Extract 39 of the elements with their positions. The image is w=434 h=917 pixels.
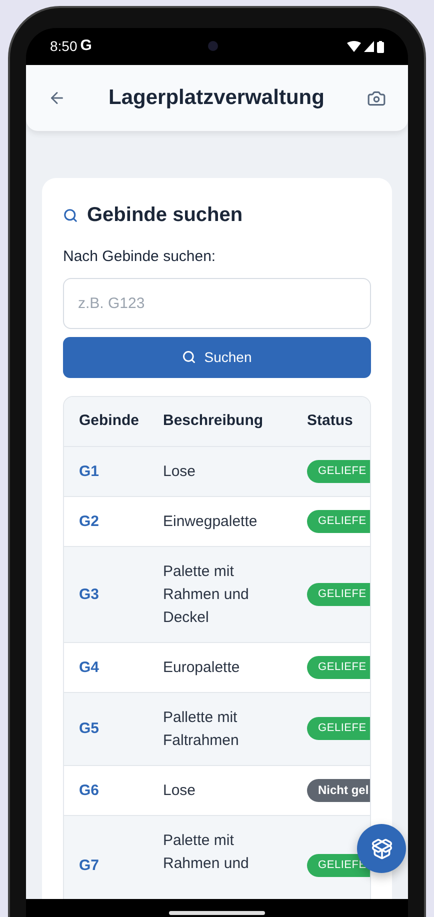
search-button[interactable]: Suchen [63, 336, 371, 378]
app-title: Lagerplatzverwaltung [108, 85, 324, 112]
column-header: Gebinde [78, 410, 140, 431]
description-cell-text: Einwegpalette [163, 512, 258, 532]
gebinde-link[interactable]: G7 [79, 856, 100, 874]
card-title: Gebinde suchen [87, 203, 243, 228]
status-time: 8:50 [50, 37, 78, 56]
wifi-icon [347, 41, 361, 52]
gebinde-link[interactable]: G5 [79, 720, 100, 737]
field-label: Nach Gebinde suchen: [63, 247, 217, 267]
status-badge: Nicht gel [307, 778, 370, 802]
search-icon [63, 208, 78, 222]
status-badge: GELIEFE [307, 717, 370, 740]
description-cell-text: Lose [163, 462, 196, 482]
column-header: Status [307, 410, 353, 431]
gebinde-link[interactable]: G2 [79, 512, 100, 530]
search-icon [182, 350, 196, 364]
camera-button[interactable] [366, 88, 386, 108]
column-header: Beschreibung [163, 410, 264, 431]
gebinde-link[interactable]: G3 [79, 586, 100, 602]
signal-icon [364, 41, 374, 52]
battery-icon [377, 40, 384, 52]
status-badge: GELIEFE [307, 656, 370, 678]
back-button[interactable] [48, 89, 66, 107]
description-cell-text: Palette mit Rahmen und [163, 830, 249, 874]
search-field[interactable]: z.B. G123 [63, 278, 371, 328]
description-cell-text: Europalette [163, 658, 240, 678]
status-badge: GELIEFE [307, 582, 370, 606]
description-cell-text: Lose [163, 780, 196, 800]
gebinde-link[interactable]: G1 [79, 462, 100, 480]
description-cell-text: Pallette mit Faltrahmen [163, 708, 239, 750]
gebinde-link[interactable]: G4 [79, 658, 100, 676]
description-cell-text: Palette mit Rahmen und Deckel [163, 562, 249, 628]
status-badge: GELIEFE [307, 510, 370, 532]
gebinde-link[interactable]: G6 [79, 782, 100, 798]
carrier-logo: G [80, 36, 92, 56]
status-badge: GELIEFE [307, 460, 370, 482]
open-box-icon [370, 838, 392, 860]
camera-hole-icon [208, 41, 218, 51]
